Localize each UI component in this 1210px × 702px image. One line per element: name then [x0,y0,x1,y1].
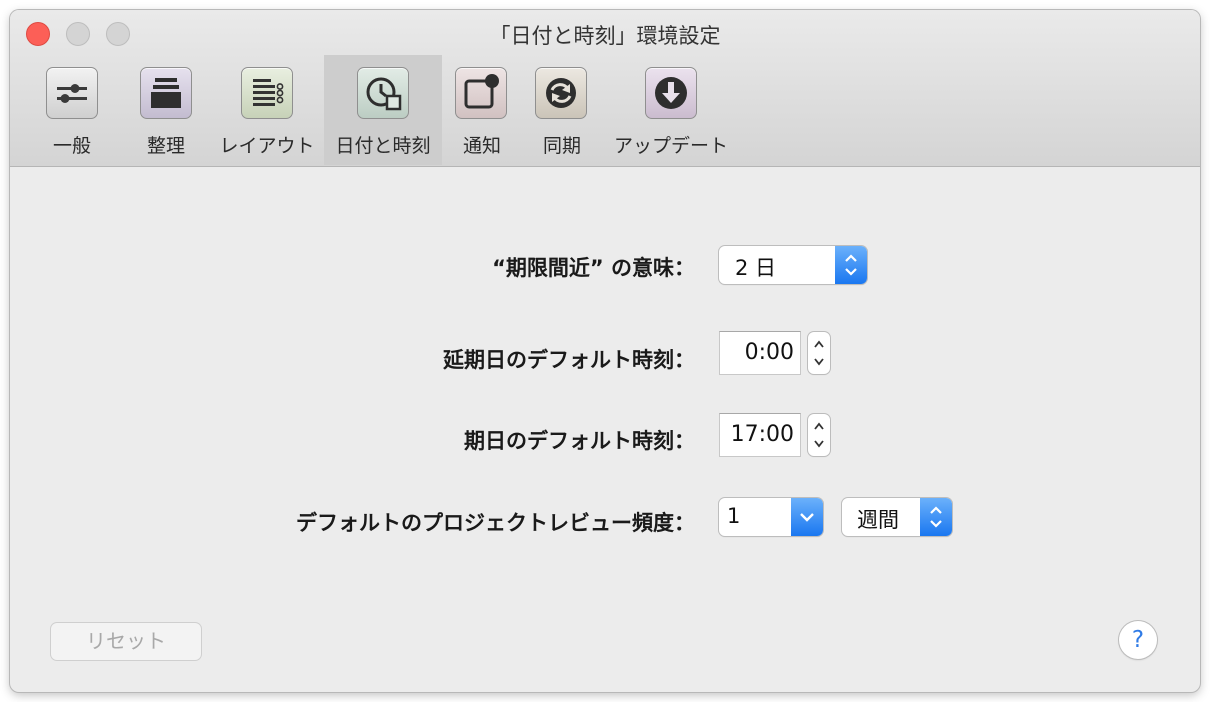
due-soon-popup[interactable]: 2 日 [719,246,867,284]
defer-time-value: 0:00 [744,340,794,365]
toolbar-item-datetime[interactable]: 日付と時刻 [324,55,442,165]
toolbar-item-sync[interactable]: 同期 [526,55,598,165]
chevron-down-icon[interactable] [791,498,823,536]
defer-time-stepper[interactable] [808,332,830,374]
reset-button[interactable]: リセット [51,623,201,660]
help-button[interactable]: ? [1119,621,1157,659]
toolbar-label: 日付と時刻 [335,135,431,157]
stack-icon [140,67,192,119]
toolbar-label: 整理 [146,135,185,157]
toolbar-item-notifications[interactable]: 通知 [446,55,518,165]
list-layout-icon [241,67,293,119]
download-arrow-icon [645,67,697,119]
review-unit-popup[interactable]: 週間 [842,498,952,536]
review-unit-value: 週間 [857,508,899,532]
toolbar-item-layout[interactable]: レイアウト [214,55,320,165]
due-time-field[interactable]: 17:00 [719,413,801,457]
due-soon-label: “期限間近” の意味： [492,256,695,280]
toolbar-item-update[interactable]: アップデート [606,55,736,165]
review-count-combobox[interactable]: 1 [719,498,823,536]
stepper-arrows-icon [814,422,824,448]
toolbar-label: 一般 [52,135,91,157]
window-title: 「日付と時刻」環境設定 [489,24,721,48]
datetime-settings-panel: “期限間近” の意味： 2 日 延期日のデフォルト時刻： 0:00 期日のデフォ… [10,167,1200,692]
sliders-icon [46,67,98,119]
toolbar-item-general[interactable]: 一般 [28,55,116,165]
due-soon-value: 2 日 [735,256,777,280]
defer-time-label: 延期日のデフォルト時刻： [443,348,695,372]
preferences-window: 「日付と時刻」環境設定 一般 整理 レイアウト 日付と時刻 通知 同期 アップデ… [10,10,1200,692]
up-down-chevron-icon [835,246,867,284]
notification-badge-icon [455,67,507,119]
review-count-value: 1 [727,504,741,528]
up-down-chevron-icon [920,498,952,536]
review-frequency-label: デフォルトのプロジェクトレビュー頻度： [296,511,695,535]
due-time-value: 17:00 [730,422,794,447]
due-time-stepper[interactable] [808,414,830,456]
title-toolbar: 「日付と時刻」環境設定 一般 整理 レイアウト 日付と時刻 通知 同期 アップデ… [10,10,1200,167]
due-time-label: 期日のデフォルト時刻： [464,429,695,453]
toolbar-label: レイアウト [219,135,315,157]
toolbar-label: 通知 [462,135,501,157]
toolbar-label: アップデート [613,135,728,157]
toolbar-label: 同期 [542,135,581,157]
toolbar-item-organize[interactable]: 整理 [122,55,210,165]
stepper-arrows-icon [814,340,824,366]
defer-time-field[interactable]: 0:00 [719,331,801,375]
clock-calendar-icon [357,67,409,119]
sync-icon [535,67,587,119]
